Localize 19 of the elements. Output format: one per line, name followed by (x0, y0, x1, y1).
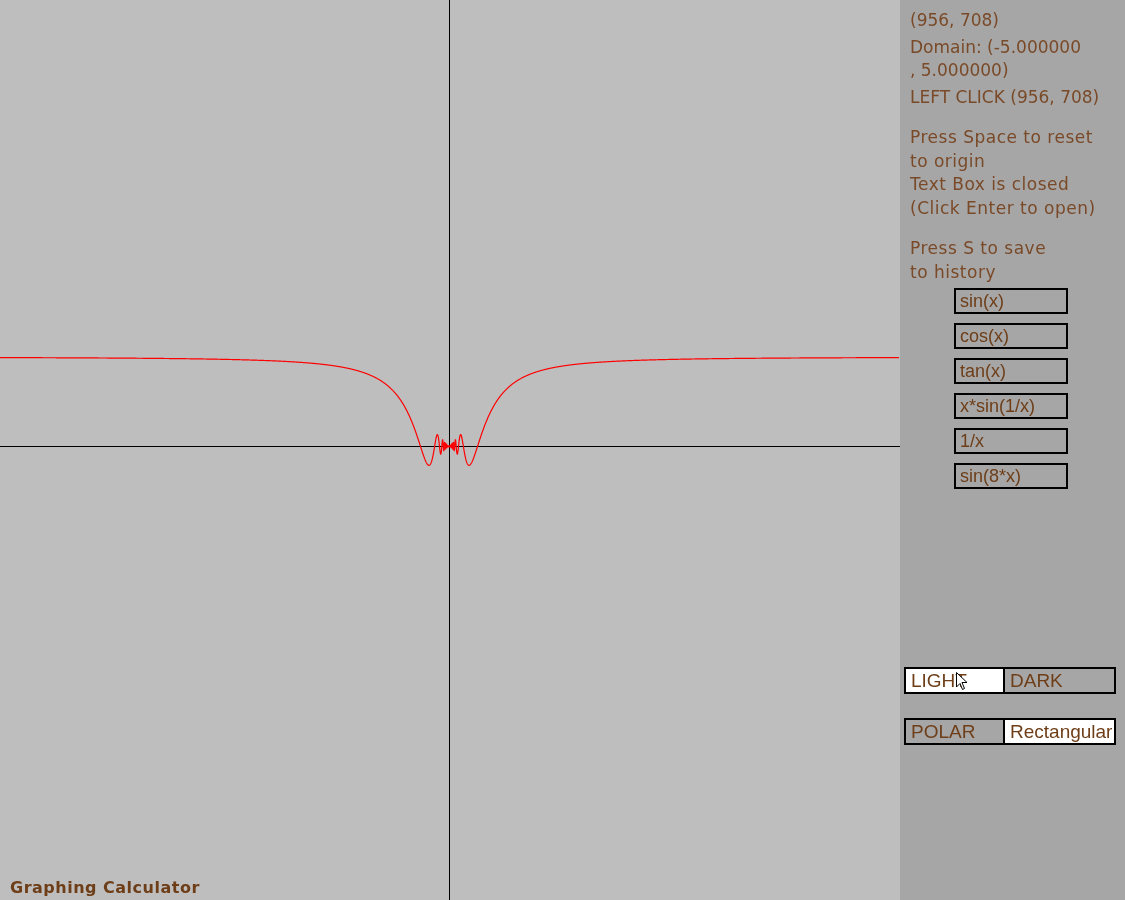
history-entry[interactable]: tan(x) (954, 358, 1068, 384)
help-text: (Click Enter to open) (910, 196, 1097, 220)
history-entry[interactable]: cos(x) (954, 323, 1068, 349)
status-text: , 5.000000) (910, 59, 1010, 82)
app-title: Graphing Calculator (10, 878, 200, 897)
toggle-option[interactable]: Rectangular (1003, 718, 1116, 745)
help-text: to history (910, 260, 997, 284)
status-text: LEFT CLICK (956, 708) (910, 85, 1101, 109)
history-entry[interactable]: 1/x (954, 428, 1068, 454)
history-entry[interactable]: sin(x) (954, 288, 1068, 314)
help-text: Text Box is closed (910, 173, 1071, 196)
help-text: Press S to save (910, 237, 1048, 260)
help-text: to origin (910, 149, 987, 173)
history-entry[interactable]: x*sin(1/x) (954, 393, 1068, 419)
toggle-option[interactable]: DARK (1003, 667, 1116, 694)
status-text: Domain: (-5.000000 (910, 35, 1082, 59)
history-entry[interactable]: sin(8*x) (954, 463, 1068, 489)
help-text: Press Space to reset (910, 126, 1094, 149)
status-text: (956, 708) (910, 9, 1000, 32)
